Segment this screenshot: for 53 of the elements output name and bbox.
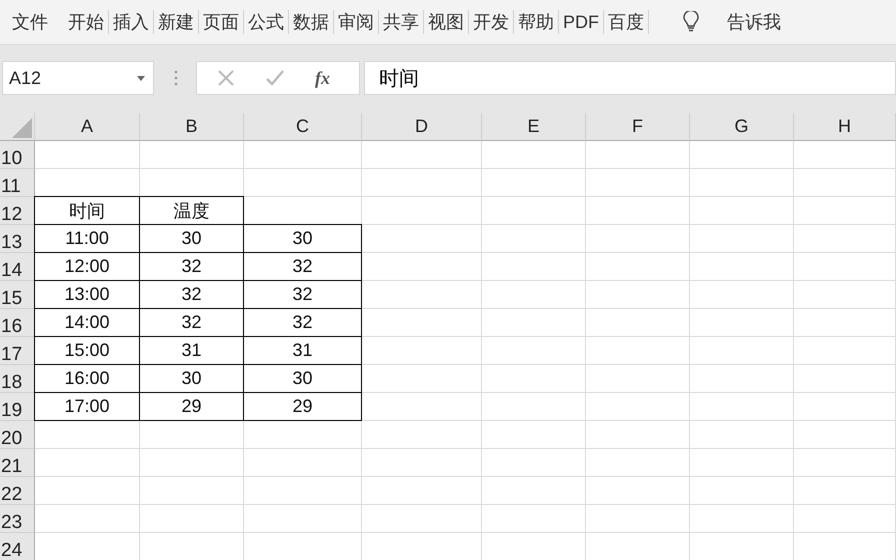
cancel-icon[interactable]	[217, 69, 235, 87]
row-header[interactable]: 18	[0, 365, 35, 393]
ribbon-tab[interactable]: 视图	[424, 0, 468, 44]
cell-reference: A12	[9, 68, 42, 88]
table-cell: 温度	[139, 196, 244, 225]
row-header[interactable]: 11	[0, 169, 35, 197]
row-header[interactable]: 16	[0, 309, 35, 337]
table-cell: 时间	[34, 196, 140, 225]
column-header[interactable]: F	[586, 113, 690, 141]
tell-me-button[interactable]: 告诉我	[721, 9, 787, 35]
row-header[interactable]: 23	[0, 505, 35, 533]
select-all-button[interactable]	[0, 113, 35, 141]
column-header[interactable]: G	[690, 113, 794, 141]
formula-input[interactable]: 时间	[364, 61, 896, 95]
row-header[interactable]: 14	[0, 253, 35, 281]
ribbon-tab[interactable]: 帮助	[514, 0, 558, 44]
row-header[interactable]: 24	[0, 533, 35, 560]
ribbon-tab[interactable]: 开始	[64, 0, 108, 44]
ribbon-tab[interactable]: 共享	[379, 0, 423, 44]
drag-handle-icon[interactable]	[174, 70, 178, 86]
table-cell: 29	[243, 392, 362, 421]
ribbon-tab[interactable]: 新建	[154, 0, 198, 44]
column-header[interactable]: H	[794, 113, 896, 141]
table-cell: 30	[243, 224, 362, 253]
row-header[interactable]: 20	[0, 421, 35, 449]
row-header[interactable]: 22	[0, 477, 35, 505]
check-icon[interactable]	[265, 69, 285, 87]
row-header[interactable]: 10	[0, 141, 35, 169]
row-header[interactable]: 21	[0, 449, 35, 477]
table-cell: 17:00	[34, 392, 140, 421]
lightbulb-icon	[683, 11, 699, 33]
ribbon-tab[interactable]: 公式	[244, 0, 288, 44]
column-header[interactable]: B	[140, 113, 244, 141]
ribbon-tab[interactable]: 百度	[604, 0, 648, 44]
insert-function-button[interactable]: fx	[315, 68, 330, 88]
ribbon-tab[interactable]: PDF	[559, 0, 603, 44]
ribbon-tab[interactable]: 文件	[4, 0, 64, 44]
row-header[interactable]: 17	[0, 337, 35, 365]
row-header[interactable]: 15	[0, 281, 35, 309]
name-box[interactable]: A12	[2, 61, 154, 95]
ribbon-tab[interactable]: 插入	[109, 0, 153, 44]
ribbon-tab[interactable]: 开发	[469, 0, 513, 44]
ribbon-tab[interactable]: 页面	[199, 0, 243, 44]
column-header[interactable]: A	[35, 113, 140, 141]
row-header[interactable]: 12	[0, 197, 35, 225]
ribbon-tab[interactable]: 数据	[289, 0, 333, 44]
column-header[interactable]: D	[362, 113, 482, 141]
ribbon-tab[interactable]: 审阅	[334, 0, 378, 44]
column-header[interactable]: E	[482, 113, 586, 141]
row-header[interactable]: 13	[0, 225, 35, 253]
dropdown-icon	[137, 76, 145, 80]
row-header[interactable]: 19	[0, 393, 35, 421]
column-header[interactable]: C	[244, 113, 362, 141]
